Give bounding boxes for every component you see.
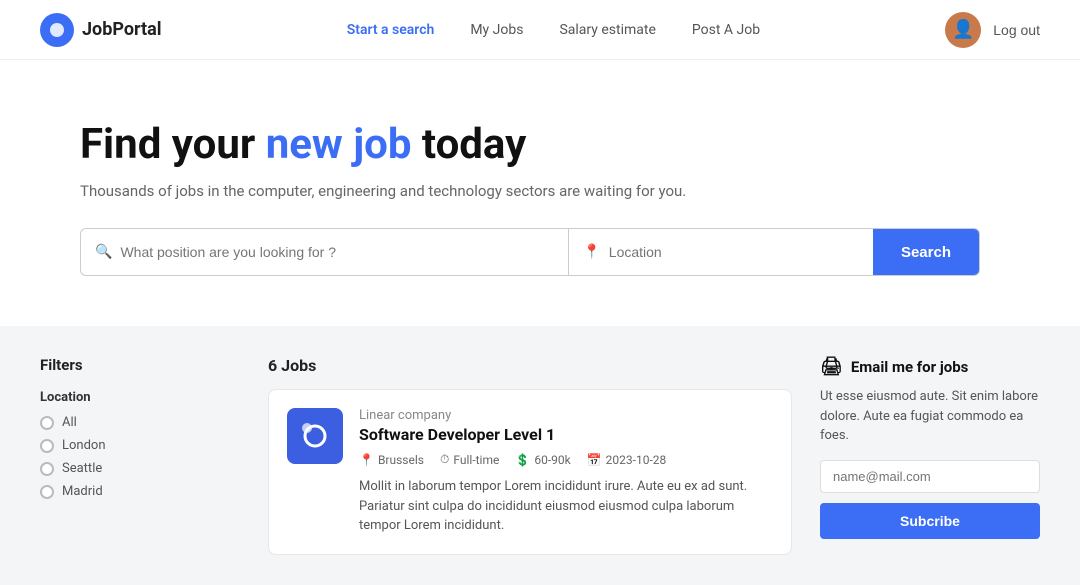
radio-london[interactable] bbox=[40, 439, 54, 453]
filter-label-seattle: Seattle bbox=[62, 461, 102, 476]
clock-icon: ⏱ bbox=[440, 452, 449, 467]
filter-label-all: All bbox=[62, 415, 77, 430]
location-value: Brussels bbox=[378, 453, 424, 467]
email-panel-header: 🖨 Email me for jobs bbox=[820, 356, 1040, 377]
email-description: Ut esse eiusmod aute. Sit enim labore do… bbox=[820, 387, 1040, 446]
filter-option-all[interactable]: All bbox=[40, 415, 240, 430]
email-panel: 🖨 Email me for jobs Ut esse eiusmod aute… bbox=[820, 356, 1040, 555]
job-meta: 📍 Brussels ⏱ Full-time 💲 60-90k 📅 2023-1… bbox=[359, 452, 773, 467]
logo-icon bbox=[40, 13, 74, 47]
location-pin-icon: 📍 bbox=[583, 244, 600, 260]
email-title: Email me for jobs bbox=[851, 358, 969, 376]
job-description: Mollit in laborum tempor Lorem incididun… bbox=[359, 477, 773, 536]
jobs-count: 6 Jobs bbox=[268, 356, 792, 375]
filter-label-london: London bbox=[62, 438, 106, 453]
job-type: ⏱ Full-time bbox=[440, 452, 499, 467]
jobs-panel: 6 Jobs Linear company Software Developer… bbox=[268, 356, 792, 555]
job-salary: 💲 60-90k bbox=[515, 453, 570, 467]
position-search-icon: 🔍 bbox=[95, 244, 112, 260]
filters-title: Filters bbox=[40, 356, 240, 374]
radio-all[interactable] bbox=[40, 416, 54, 430]
hero-section: Find your new job today Thousands of job… bbox=[0, 60, 1080, 326]
company-name: Linear company bbox=[359, 408, 773, 423]
filters-panel: Filters Location All London Seattle Madr… bbox=[40, 356, 240, 555]
avatar: 👤 bbox=[945, 12, 981, 48]
job-location: 📍 Brussels bbox=[359, 453, 424, 467]
location-field: 📍 bbox=[569, 229, 873, 275]
position-field: 🔍 bbox=[81, 229, 569, 275]
radio-seattle[interactable] bbox=[40, 462, 54, 476]
position-input[interactable] bbox=[120, 244, 554, 260]
company-logo bbox=[287, 408, 343, 464]
nav-link-salary-estimate[interactable]: Salary estimate bbox=[559, 22, 655, 38]
hero-subtext: Thousands of jobs in the computer, engin… bbox=[80, 182, 1040, 200]
company-logo-svg bbox=[297, 418, 333, 454]
filter-option-london[interactable]: London bbox=[40, 438, 240, 453]
salary-icon: 💲 bbox=[515, 453, 530, 467]
logo[interactable]: JobPortal bbox=[40, 13, 162, 47]
headline-start: Find your bbox=[80, 120, 266, 169]
job-card[interactable]: Linear company Software Developer Level … bbox=[268, 389, 792, 555]
email-input[interactable] bbox=[820, 460, 1040, 493]
location-filter-label: Location bbox=[40, 390, 240, 405]
search-bar: 🔍 📍 Search bbox=[80, 228, 980, 276]
bottom-section: Filters Location All London Seattle Madr… bbox=[0, 326, 1080, 585]
filter-option-seattle[interactable]: Seattle bbox=[40, 461, 240, 476]
nav-link-post-job[interactable]: Post A Job bbox=[692, 22, 760, 38]
nav-link-start-search[interactable]: Start a search bbox=[347, 22, 435, 38]
job-date: 📅 2023-10-28 bbox=[587, 453, 667, 467]
filter-option-madrid[interactable]: Madrid bbox=[40, 484, 240, 499]
nav-links: Start a search My Jobs Salary estimate P… bbox=[347, 22, 760, 38]
navbar: JobPortal Start a search My Jobs Salary … bbox=[0, 0, 1080, 60]
location-icon: 📍 bbox=[359, 453, 374, 467]
calendar-icon: 📅 bbox=[587, 453, 602, 467]
headline-highlight: new job bbox=[266, 120, 412, 169]
nav-right: 👤 Log out bbox=[945, 12, 1040, 48]
logout-button[interactable]: Log out bbox=[993, 22, 1040, 38]
logo-text: JobPortal bbox=[82, 19, 162, 40]
date-value: 2023-10-28 bbox=[606, 453, 667, 467]
subscribe-button[interactable]: Subcribe bbox=[820, 503, 1040, 539]
salary-value: 60-90k bbox=[534, 453, 570, 467]
headline-end: today bbox=[411, 120, 526, 169]
filter-label-madrid: Madrid bbox=[62, 484, 103, 499]
search-button[interactable]: Search bbox=[873, 229, 979, 275]
job-title: Software Developer Level 1 bbox=[359, 425, 773, 444]
email-icon: 🖨 bbox=[820, 356, 843, 377]
radio-madrid[interactable] bbox=[40, 485, 54, 499]
type-value: Full-time bbox=[453, 453, 499, 467]
nav-link-my-jobs[interactable]: My Jobs bbox=[470, 22, 523, 38]
job-info: Linear company Software Developer Level … bbox=[359, 408, 773, 536]
hero-headline: Find your new job today bbox=[80, 120, 1040, 170]
location-input[interactable] bbox=[609, 244, 859, 260]
